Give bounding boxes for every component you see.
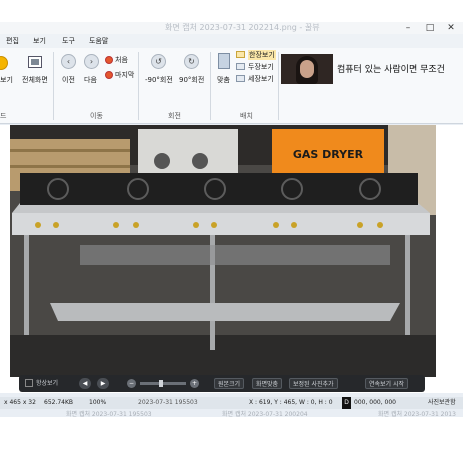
single-view-icon[interactable]	[236, 51, 245, 58]
divider	[138, 52, 139, 120]
group-label-rotate: 회전	[168, 112, 181, 120]
save-corrected-button[interactable]: 보정된 사진추가	[289, 378, 338, 389]
always-on-top-label[interactable]: 항상보기	[36, 378, 58, 389]
menu-view[interactable]: 보기	[33, 34, 46, 48]
ad-image[interactable]	[281, 54, 333, 84]
status-coords: X : 619, Y : 465, W : 0, H : 0	[249, 399, 333, 406]
thumbnail-name[interactable]: 화면 캡처 2023-07-31 195503	[66, 409, 152, 418]
ribbon-toolbar: 보기 드 전체화면 ‹ 이전 › 다음 처음 마지막 이동 ↺ -90°회전 ↻	[0, 48, 463, 124]
divider	[210, 52, 211, 120]
image-stage: GAS DRYER 항상보기 ◀ ▶ − + 원본크기 화면맞춤 보정된 사진추…	[0, 125, 463, 393]
fit-icon[interactable]	[218, 53, 230, 69]
last-icon[interactable]	[105, 71, 113, 79]
photo-scene: GAS DRYER	[10, 125, 436, 377]
original-size-button[interactable]: 원본크기	[214, 378, 245, 389]
first-label[interactable]: 처음	[115, 55, 128, 65]
status-date: 2023-07-31 195503	[138, 399, 198, 406]
first-icon[interactable]	[105, 56, 113, 64]
group-label-move: 이동	[90, 112, 103, 120]
fit-label[interactable]: 맞춤	[217, 75, 230, 85]
menu-tools[interactable]: 도구	[62, 34, 75, 48]
prev-icon[interactable]: ‹	[61, 54, 76, 69]
next-icon[interactable]: ›	[84, 54, 99, 69]
status-zoom: 100%	[89, 399, 107, 406]
three-view-icon[interactable]	[236, 75, 245, 82]
next-label[interactable]: 다음	[84, 75, 97, 85]
slideshow-button[interactable]: 연속보기 시작	[365, 378, 409, 389]
divider	[53, 52, 54, 120]
fullscreen-icon[interactable]	[28, 56, 42, 68]
fullscreen-label[interactable]: 전체화면	[22, 75, 48, 85]
group-label-layout: 배치	[240, 112, 253, 120]
window-title: 화면 캡처 2023-07-31 202214.png - 꿀뷰	[165, 23, 320, 32]
status-right-text[interactable]: 사진보관함	[428, 397, 456, 409]
sign-text: GAS DRYER	[293, 148, 364, 161]
ad-text[interactable]: 컴퓨터 있는 사람이면 무조건	[337, 62, 445, 75]
viewer-window: 화면 캡처 2023-07-31 202214.png - 꿀뷰 – □ ✕ 편…	[0, 22, 463, 418]
menu-help[interactable]: 도움말	[89, 34, 108, 48]
zoom-out-icon[interactable]: −	[127, 379, 136, 388]
open-icon[interactable]	[0, 56, 8, 70]
status-pixel-label: D	[342, 397, 351, 409]
double-view-label[interactable]: 두장보기	[248, 62, 274, 72]
open-label[interactable]: 보기	[0, 75, 13, 85]
title-bar: 화면 캡처 2023-07-31 202214.png - 꿀뷰 – □ ✕	[0, 22, 463, 34]
always-on-top-checkbox[interactable]	[25, 379, 33, 387]
app-screen: 화면 캡처 2023-07-31 202214.png - 꿀뷰 – □ ✕ 편…	[0, 0, 463, 463]
status-filesize: 652.74KB	[44, 399, 74, 406]
status-bar: x 465 x 32 652.74KB 100% 2023-07-31 1955…	[0, 397, 463, 409]
divider	[278, 52, 279, 120]
close-button[interactable]: ✕	[445, 23, 457, 33]
group-label-left: 드	[0, 112, 7, 120]
status-dimensions: x 465 x 32	[4, 399, 36, 406]
zoom-in-icon[interactable]: +	[190, 379, 199, 388]
rotate-right-icon[interactable]: ↻	[184, 54, 199, 69]
zoom-slider-handle[interactable]	[159, 380, 163, 387]
rotate-left-label[interactable]: -90°회전	[145, 75, 173, 85]
menu-bar: 편집 보기 도구 도움말	[0, 34, 463, 48]
double-view-icon[interactable]	[236, 63, 245, 70]
menu-edit[interactable]: 편집	[6, 34, 19, 48]
prev-image-icon[interactable]: ◀	[79, 378, 91, 389]
single-view-label[interactable]: 한장보기	[248, 50, 276, 60]
minimize-button[interactable]: –	[402, 23, 414, 33]
thumbnail-name[interactable]: 화면 캡처 2023-07-31 2013	[378, 409, 456, 418]
maximize-button[interactable]: □	[424, 23, 436, 33]
next-image-icon[interactable]: ▶	[97, 378, 109, 389]
rotate-left-icon[interactable]: ↺	[151, 54, 166, 69]
fit-screen-button[interactable]: 화면맞춤	[252, 378, 283, 389]
prev-label[interactable]: 이전	[62, 75, 75, 85]
thumbnail-name[interactable]: 화면 캡처 2023-07-31 200204	[222, 409, 308, 418]
viewer-toolbar: 항상보기 ◀ ▶ − + 원본크기 화면맞춤 보정된 사진추가 연속보기 시작	[19, 375, 425, 392]
rotate-right-label[interactable]: 90°회전	[179, 75, 204, 85]
three-view-label[interactable]: 세장보기	[248, 74, 274, 84]
status-pixel-value: 000, 000, 000	[354, 399, 396, 406]
zoom-slider[interactable]	[140, 382, 186, 385]
photo-gas-range: GAS DRYER	[10, 125, 436, 377]
last-label[interactable]: 마지막	[115, 70, 134, 80]
